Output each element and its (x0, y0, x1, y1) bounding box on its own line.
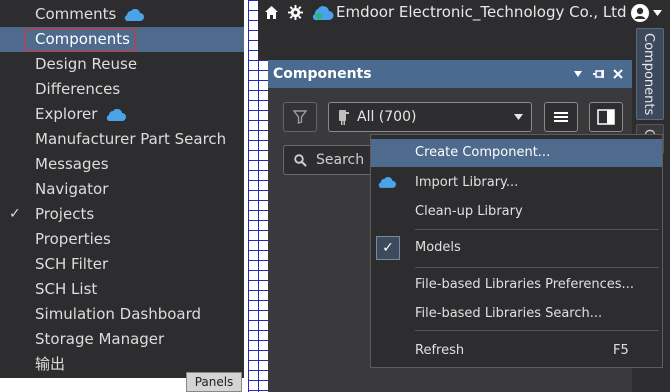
toolbar-area (258, 26, 632, 60)
menu-item-label: Models (415, 240, 461, 255)
panels-menu: Comments Components Design Reuse Differe… (0, 0, 244, 378)
menu-item-label: Storage Manager (35, 330, 165, 348)
cloud-icon (378, 177, 396, 188)
menu-item-comments[interactable]: Comments (0, 2, 244, 27)
library-select[interactable]: All (700) (328, 102, 532, 132)
menu-item-navigator[interactable]: Navigator (0, 177, 244, 202)
menu-item-label: Navigator (35, 180, 109, 198)
menu-item-shortcut: F5 (613, 343, 629, 358)
check-icon: ✓ (376, 236, 400, 260)
menu-item-file-based-libraries-preferences[interactable]: File-based Libraries Preferences... (371, 271, 662, 299)
workspace-strip (0, 378, 186, 392)
menu-item-label: Explorer (35, 105, 98, 123)
menu-item-label: Messages (35, 155, 109, 173)
close-icon[interactable] (613, 69, 623, 79)
search-placeholder: Search (316, 152, 365, 168)
panel-view-icon (597, 109, 615, 125)
library-select-value: All (700) (357, 109, 417, 125)
user-icon[interactable] (630, 3, 650, 23)
menu-item-label: Projects (35, 205, 95, 223)
menu-item-messages[interactable]: Messages (0, 152, 244, 177)
menu-item-file-based-libraries-search[interactable]: File-based Libraries Search... (371, 300, 662, 328)
menu-item-create-component[interactable]: Create Component... (371, 139, 662, 167)
menu-item-label: Clean-up Library (415, 204, 523, 219)
search-icon (294, 154, 307, 167)
menu-item-label: Manufacturer Part Search (35, 130, 227, 148)
dock-tab-label: Components (641, 33, 656, 116)
menu-item-clean-up-library[interactable]: Clean-up Library (371, 198, 662, 226)
workspace-title: Emdoor Electronic_Technology Co., Ltd (336, 3, 627, 21)
menu-item-label: Import Library... (415, 175, 519, 190)
panel-header[interactable]: Components (268, 60, 632, 88)
filter-icon (293, 110, 307, 124)
filter-button[interactable] (283, 102, 317, 132)
menu-item-label: Comments (35, 5, 117, 23)
menu-item-import-library[interactable]: Import Library... (371, 169, 662, 197)
caret-down-icon (514, 114, 523, 120)
top-bar: Emdoor Electronic_Technology Co., Ltd (258, 0, 670, 26)
menu-item-label: 输出 (35, 355, 66, 373)
menu-item-components[interactable]: Components (0, 27, 244, 52)
menu-separator (415, 229, 659, 230)
details-toggle-button[interactable] (589, 102, 623, 132)
menu-item-label: Create Component... (415, 145, 551, 160)
menu-item-sch-filter[interactable]: SCH Filter (0, 252, 244, 277)
menu-item-label: File-based Libraries Preferences... (415, 277, 634, 292)
menu-item-label: SCH Filter (35, 255, 109, 273)
list-icon (554, 112, 568, 122)
context-menu: Create Component... Import Library... Cl… (370, 134, 663, 368)
menu-item-refresh[interactable]: Refresh F5 (371, 337, 662, 365)
menu-item-label: Properties (35, 230, 111, 248)
menu-item-design-reuse[interactable]: Design Reuse (0, 52, 244, 77)
menu-item-storage-manager[interactable]: Storage Manager (0, 327, 244, 352)
menu-item-projects[interactable]: ✓ Projects (0, 202, 244, 227)
menu-item-label: Design Reuse (35, 55, 138, 73)
cloud-icon (124, 9, 144, 21)
pin-icon[interactable] (593, 69, 605, 79)
gear-icon[interactable] (288, 5, 303, 20)
components-dock-tab[interactable]: Components (636, 28, 664, 120)
menu-item-label: File-based Libraries Search... (415, 306, 603, 321)
panel-menu-caret-icon[interactable] (574, 71, 582, 77)
menu-item-manufacturer-part-search[interactable]: Manufacturer Part Search (0, 127, 244, 152)
menu-button[interactable] (544, 102, 578, 132)
menu-item-label: Differences (35, 80, 121, 98)
menu-item-differences[interactable]: Differences (0, 77, 244, 102)
menu-separator (415, 330, 659, 331)
component-icon (339, 110, 349, 125)
cloud-icon (106, 109, 126, 121)
menu-item-properties[interactable]: Properties (0, 227, 244, 252)
caret-down-icon[interactable] (653, 10, 662, 16)
home-icon[interactable] (264, 5, 279, 20)
menu-item-models[interactable]: ✓ Models (371, 234, 662, 262)
menu-item-label: Refresh (415, 343, 465, 358)
panel-title: Components (273, 66, 372, 82)
highlight-box (25, 28, 136, 52)
check-icon: ✓ (9, 206, 21, 222)
menu-item-label: SCH List (35, 280, 98, 298)
menu-separator (415, 267, 659, 268)
search-input[interactable]: Search (283, 145, 373, 175)
cloud-icon[interactable] (312, 5, 334, 21)
menu-item-label: Simulation Dashboard (35, 305, 202, 323)
menu-item-sch-list[interactable]: SCH List (0, 277, 244, 302)
panels-button[interactable]: Panels (186, 372, 242, 392)
menu-item-simulation-dashboard[interactable]: Simulation Dashboard (0, 302, 244, 327)
menu-item-explorer[interactable]: Explorer (0, 102, 244, 127)
